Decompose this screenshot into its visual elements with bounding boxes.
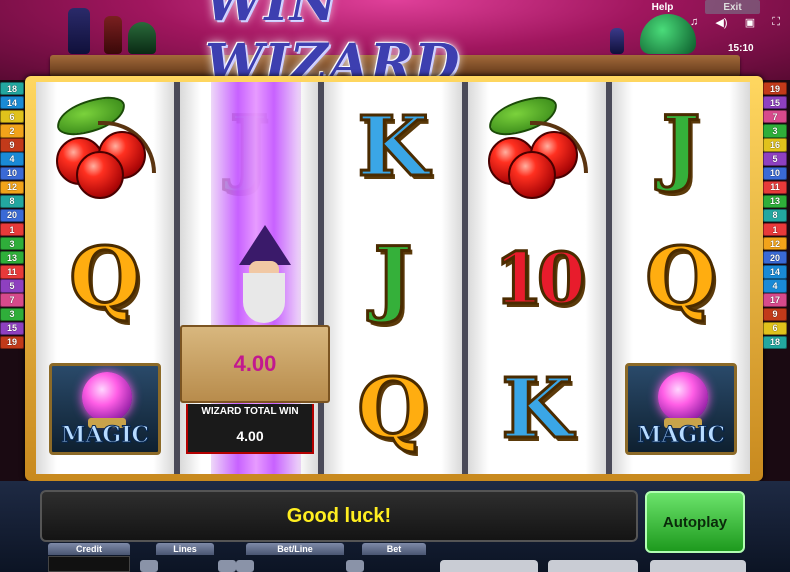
symbol-k: K bbox=[500, 359, 574, 458]
payline-badge[interactable]: 14 bbox=[0, 96, 24, 110]
payline-badge[interactable]: 18 bbox=[763, 335, 787, 349]
sound-icon[interactable]: ◀) bbox=[715, 16, 727, 30]
fullscreen-icon[interactable]: ⛶ bbox=[772, 16, 780, 30]
bottle-decoration bbox=[610, 28, 624, 54]
bottle-decoration bbox=[128, 22, 156, 54]
payline-indicators-right: 19 15 7 3 16 5 10 11 13 8 1 12 20 14 4 17 9 6 18 bbox=[763, 82, 787, 350]
bottle-decoration bbox=[104, 16, 122, 54]
lines-increase-button[interactable] bbox=[218, 560, 236, 572]
symbol-q: Q bbox=[68, 229, 142, 328]
symbol-cherry bbox=[36, 82, 174, 213]
reel-1: Q MAGIC bbox=[36, 82, 174, 474]
payline-badge[interactable]: 12 bbox=[763, 237, 787, 251]
payline-badge[interactable]: 1 bbox=[763, 222, 787, 237]
bet-label: Bet bbox=[362, 543, 426, 555]
symbol-10: 10 bbox=[493, 235, 587, 321]
reel-3: K J Q bbox=[324, 82, 462, 474]
wizard-icon bbox=[225, 225, 305, 335]
status-message: Good luck! bbox=[40, 490, 638, 542]
payline-badge[interactable]: 20 bbox=[0, 208, 24, 223]
settings-icon[interactable]: ▣ bbox=[745, 16, 755, 30]
exit-button[interactable]: Exit bbox=[705, 0, 760, 14]
symbol-q: Q bbox=[644, 229, 718, 328]
payline-badge[interactable]: 18 bbox=[0, 82, 24, 96]
symbol-cherry bbox=[468, 82, 606, 213]
payline-badge[interactable]: 20 bbox=[763, 251, 787, 265]
payline-badge[interactable]: 6 bbox=[763, 321, 787, 335]
payline-badge[interactable]: 7 bbox=[763, 110, 787, 124]
payline-badge[interactable]: 8 bbox=[763, 208, 787, 223]
cherry-icon bbox=[50, 94, 160, 200]
payline-badge[interactable]: 19 bbox=[763, 82, 787, 96]
payline-badge[interactable]: 8 bbox=[0, 194, 24, 209]
clock: 15:10 bbox=[728, 43, 754, 54]
payline-badge[interactable]: 19 bbox=[0, 335, 24, 349]
reel-4: 10 K bbox=[468, 82, 606, 474]
symbol-k: K bbox=[356, 98, 430, 197]
crystal-ball-icon: MAGIC bbox=[625, 362, 737, 455]
lines-decrease-button[interactable] bbox=[140, 560, 158, 572]
payline-badge[interactable]: 5 bbox=[0, 279, 24, 293]
wizard-scroll: 4.00 bbox=[180, 325, 330, 403]
payline-badge[interactable]: 4 bbox=[763, 279, 787, 293]
total-win-amount: 4.00 bbox=[236, 428, 264, 444]
payline-badge[interactable]: 3 bbox=[0, 307, 24, 321]
payline-badge[interactable]: 13 bbox=[763, 194, 787, 209]
payline-badge[interactable]: 5 bbox=[763, 152, 787, 166]
bet-line-label: Bet/Line bbox=[246, 543, 344, 555]
symbol-magic: MAGIC bbox=[612, 343, 750, 474]
payline-badge[interactable]: 9 bbox=[763, 307, 787, 321]
reels-area: Q MAGIC J K J Q 10 K J bbox=[36, 82, 750, 474]
payline-badge[interactable]: 13 bbox=[0, 251, 24, 265]
symbol-j: J bbox=[660, 98, 702, 197]
paytable-button[interactable] bbox=[548, 560, 638, 572]
payline-badge[interactable]: 14 bbox=[763, 265, 787, 279]
payline-badge[interactable]: 17 bbox=[763, 293, 787, 307]
crystal-ball-icon: MAGIC bbox=[49, 362, 161, 455]
header-icons: ♫ ◀) ▣ ⛶ bbox=[690, 16, 780, 30]
payline-badge[interactable]: 15 bbox=[763, 96, 787, 110]
payline-badge[interactable]: 10 bbox=[0, 166, 24, 180]
cherry-icon bbox=[482, 94, 592, 200]
payline-badge[interactable]: 2 bbox=[0, 124, 24, 138]
bottle-decoration bbox=[68, 8, 90, 54]
gamble-button[interactable] bbox=[440, 560, 538, 572]
bet-line-decrease-button[interactable] bbox=[236, 560, 254, 572]
payline-badge[interactable]: 6 bbox=[0, 110, 24, 124]
symbol-q: Q bbox=[356, 359, 430, 458]
payline-indicators-left: 18 14 6 2 9 4 10 12 8 20 1 3 13 11 5 7 3 15 19 bbox=[0, 82, 24, 350]
payline-badge[interactable]: 11 bbox=[0, 265, 24, 279]
music-icon[interactable]: ♫ bbox=[690, 16, 698, 30]
payline-badge[interactable]: 11 bbox=[763, 180, 787, 194]
scroll-win-value: 4.00 bbox=[233, 351, 277, 376]
payline-badge[interactable]: 3 bbox=[763, 124, 787, 138]
credit-label: Credit bbox=[48, 543, 130, 555]
payline-badge[interactable]: 1 bbox=[0, 222, 24, 237]
payline-badge[interactable]: 12 bbox=[0, 180, 24, 194]
help-button[interactable]: Help bbox=[640, 0, 685, 14]
reel-5: J Q MAGIC bbox=[612, 82, 750, 474]
payline-badge[interactable]: 16 bbox=[763, 138, 787, 152]
payline-badge[interactable]: 10 bbox=[763, 166, 787, 180]
total-win-label: WIZARD TOTAL WIN bbox=[201, 406, 299, 417]
game-logo: WIN WIZARD bbox=[205, 0, 461, 94]
symbol-j: J bbox=[372, 229, 414, 328]
payline-badge[interactable]: 7 bbox=[0, 293, 24, 307]
lines-label: Lines bbox=[156, 543, 214, 555]
payline-badge[interactable]: 4 bbox=[0, 152, 24, 166]
start-button[interactable] bbox=[650, 560, 746, 572]
payline-badge[interactable]: 3 bbox=[0, 237, 24, 251]
credit-value bbox=[48, 556, 130, 572]
autoplay-button[interactable]: Autoplay bbox=[645, 491, 745, 553]
bet-line-increase-button[interactable] bbox=[346, 560, 364, 572]
wizard-total-win-box: WIZARD TOTAL WIN 4.00 bbox=[186, 404, 314, 454]
payline-badge[interactable]: 15 bbox=[0, 321, 24, 335]
symbol-magic: MAGIC bbox=[36, 343, 174, 474]
payline-badge[interactable]: 9 bbox=[0, 138, 24, 152]
